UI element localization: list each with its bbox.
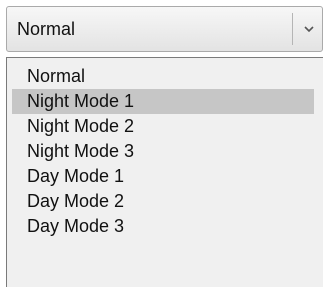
mode-select-value: Normal xyxy=(17,19,76,39)
mode-select-screen: Normal Normal Night Mode 1 Night Mode 2 … xyxy=(0,0,323,287)
option-night-mode-2[interactable]: Night Mode 2 xyxy=(12,114,314,139)
mode-dropdown-list: Normal Night Mode 1 Night Mode 2 Night M… xyxy=(6,57,323,287)
option-normal[interactable]: Normal xyxy=(12,64,314,89)
option-day-mode-1[interactable]: Day Mode 1 xyxy=(12,164,314,189)
option-day-mode-3[interactable]: Day Mode 3 xyxy=(12,214,314,239)
chevron-down-icon[interactable] xyxy=(301,19,317,39)
option-night-mode-1[interactable]: Night Mode 1 xyxy=(12,89,314,114)
mode-select[interactable]: Normal xyxy=(6,6,323,52)
combo-divider xyxy=(292,13,293,45)
option-day-mode-2[interactable]: Day Mode 2 xyxy=(12,189,314,214)
option-night-mode-3[interactable]: Night Mode 3 xyxy=(12,139,314,164)
